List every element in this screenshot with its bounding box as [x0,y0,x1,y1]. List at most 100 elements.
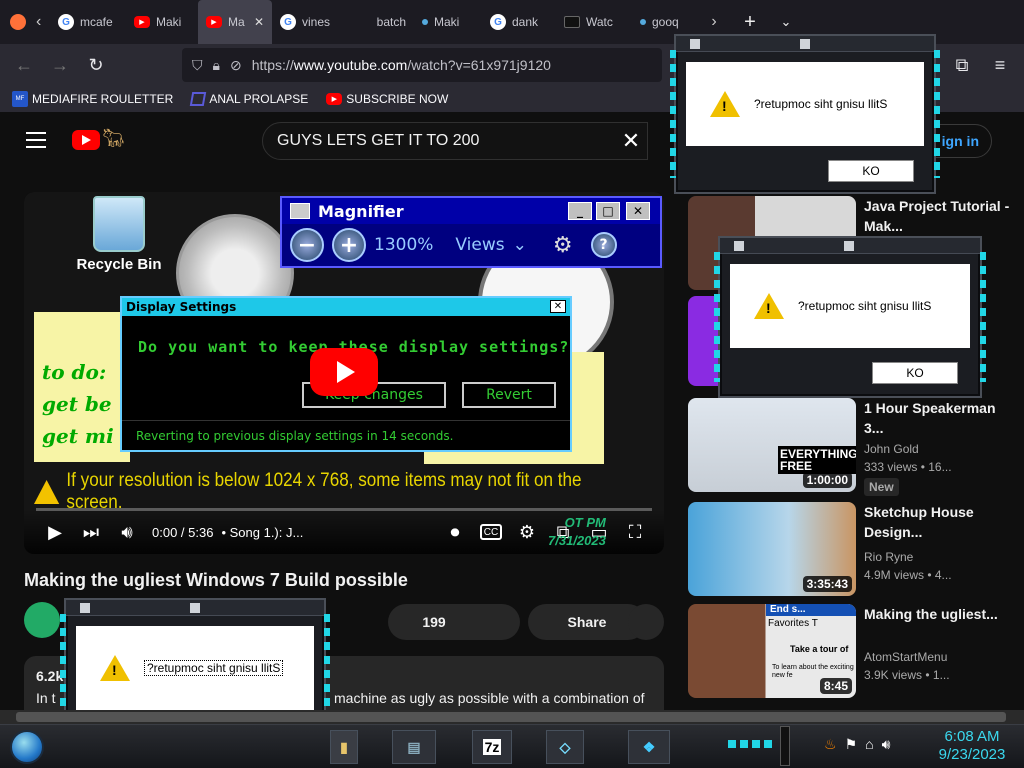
reload-button[interactable]: ↻ [78,47,114,83]
system-tray: ♨ ⚑ ⌂ 🔊︎ [824,736,890,753]
channel-name[interactable]: AtomStartMenu [864,650,947,664]
scrollbar-thumb[interactable] [16,712,1006,722]
bookmark-2[interactable]: ANAL PROLAPSE [190,92,308,106]
extensions-button[interactable]: ⧉ [944,47,980,83]
shield-icon[interactable]: ⛉ [192,57,203,74]
taskbar-item[interactable]: ❖ [628,730,670,764]
tab-6[interactable]: G dank [482,0,556,44]
fullscreen-icon[interactable]: ⛶ [624,521,646,543]
description-start: In t [36,690,56,706]
warning-icon: ! [754,293,784,319]
recommendation-title: Making the ugliest... [864,606,998,622]
tab-label: Maki [434,15,460,29]
settings-gear-icon[interactable]: ⚙ [516,521,538,543]
video-title: Making the ugliest Windows 7 Build possi… [24,570,408,590]
tab-label: dank [512,15,539,29]
magnifier-title: Magnifier [318,201,404,221]
bookmark-label: MEDIAFIRE ROULETTER [32,92,174,106]
ok-button[interactable]: KO [872,362,958,384]
bookmark-mediafire[interactable]: MF MEDIAFIRE ROULETTER [12,91,173,107]
channel-name[interactable]: John Gold [864,442,919,456]
start-orb-icon[interactable] [10,730,44,764]
clock-date: 9/23/2023 [938,746,1006,763]
bookmark-icon [190,92,207,106]
captions-icon[interactable]: CC [480,524,502,540]
search-input[interactable]: GUYS LETS GET IT TO 200 [262,122,648,160]
recommendation-title: 1 Hour Speakerman 3... [864,400,996,436]
share-label: Share [567,614,607,630]
network-icon[interactable]: ⌂ [865,736,873,753]
video-icon [564,16,580,28]
minimize-icon: _ [568,202,592,220]
time-display: 0:00 / 5:36 [152,524,214,540]
youtube-logo[interactable] [72,130,100,150]
tab-2-active[interactable]: ▶ Ma ✕ [198,0,272,44]
video-player[interactable]: Recycle Bin to do: get be get mi If your… [24,192,664,554]
dot-icon [422,19,428,25]
duration-badge: 1:00:00 [802,472,852,488]
tab-label: Ma [228,15,245,29]
app-icon: ❖ [642,738,656,755]
url-prefix: https:// [251,57,294,73]
search-query: GUYS LETS GET IT TO 200 [277,132,480,149]
like-button[interactable]: 199 [388,604,520,640]
taskbar-divider [780,726,790,766]
tab-0[interactable]: G mcafe [50,0,126,44]
app-menu-button[interactable]: ≡ [982,47,1018,83]
titlebar-handle-icon [844,241,854,251]
tab-5[interactable]: Maki [414,0,482,44]
next-icon[interactable]: ⏭ [80,521,102,543]
autoplay-toggle-icon[interactable]: ⏺ [444,521,466,543]
tab-label: gooq [652,15,679,29]
back-button[interactable]: ← [6,47,42,83]
titlebar-handle-icon [190,603,200,613]
alert-body: ! ?retupmoc siht gnisu llitS [686,62,924,146]
channel-avatar[interactable] [24,602,60,638]
forward-button[interactable]: → [42,47,78,83]
lock-icon[interactable]: 🔒︎ [213,57,220,74]
recommendation-item[interactable]: 3:35:43 Sketchup House Design... Rio Ryn… [688,502,1018,598]
recommendation-item[interactable]: End s... Favorites T Take a tour of To l… [688,604,1018,700]
close-tab-icon[interactable]: ✕ [254,15,264,29]
clear-search-icon[interactable]: ✕ [620,130,642,152]
url-bar[interactable]: ⛉ 🔒︎ ⊘ https://www.youtube.com/watch?v=6… [182,48,662,82]
tray-app-icon[interactable]: ♨ [824,736,837,753]
guide-menu-icon[interactable] [26,132,46,148]
permissions-icon[interactable]: ⊘ [230,57,242,74]
warning-icon: ! [710,91,740,117]
play-icon[interactable]: ▶ [44,521,66,543]
chapter-title[interactable]: • Song 1.): J... [221,525,303,540]
tab-label: mcafe [80,15,113,29]
ok-button[interactable]: KO [828,160,914,182]
flag-icon[interactable]: ⚑ [845,736,858,753]
video-meta: 333 views • 16... [864,460,952,474]
recommendation-item[interactable]: EVERYTHING FREE 1:00:00 1 Hour Speakerma… [688,398,1018,496]
tab-4[interactable]: batch [348,0,414,44]
firefox-menu-icon[interactable] [0,0,36,44]
tab-3[interactable]: G vines [272,0,348,44]
url-text[interactable]: https://www.youtube.com/watch?v=61x971j9… [252,57,652,73]
duration-badge: 8:45 [819,678,852,694]
taskbar-item[interactable]: ◇ [546,730,584,764]
channel-name[interactable]: Rio Ryne [864,550,913,564]
bookmark-subscribe[interactable]: ▶ SUBSCRIBE NOW [326,92,448,106]
chevron-left-icon: ‹ [36,13,42,30]
taskbar-item-7zip[interactable]: 7z [472,730,512,764]
more-actions-button[interactable] [628,604,664,640]
video-clock-overlay: OT PM 7/31/2023 [548,514,606,550]
large-play-button[interactable] [310,348,378,396]
tab-scroll-left[interactable]: ‹ [36,0,50,44]
note-line: get mi [42,424,114,448]
taskbar-item[interactable]: ▮ [330,730,358,764]
taskbar-item[interactable]: ▤ [392,730,436,764]
volume-icon[interactable]: 🔊︎ [116,521,138,543]
new-badge: New [864,478,899,496]
taskbar-clock[interactable]: 6:08 AM 9/23/2023 [930,728,1014,764]
views-menu: Views [455,235,505,255]
tab-1[interactable]: ▶ Maki [126,0,198,44]
volume-icon[interactable]: 🔊︎ [882,736,891,753]
display-settings-title: Display Settings ✕ [122,298,570,316]
window-icon [734,241,744,251]
tab-7[interactable]: Watc [556,0,632,44]
play-icon [337,361,355,383]
